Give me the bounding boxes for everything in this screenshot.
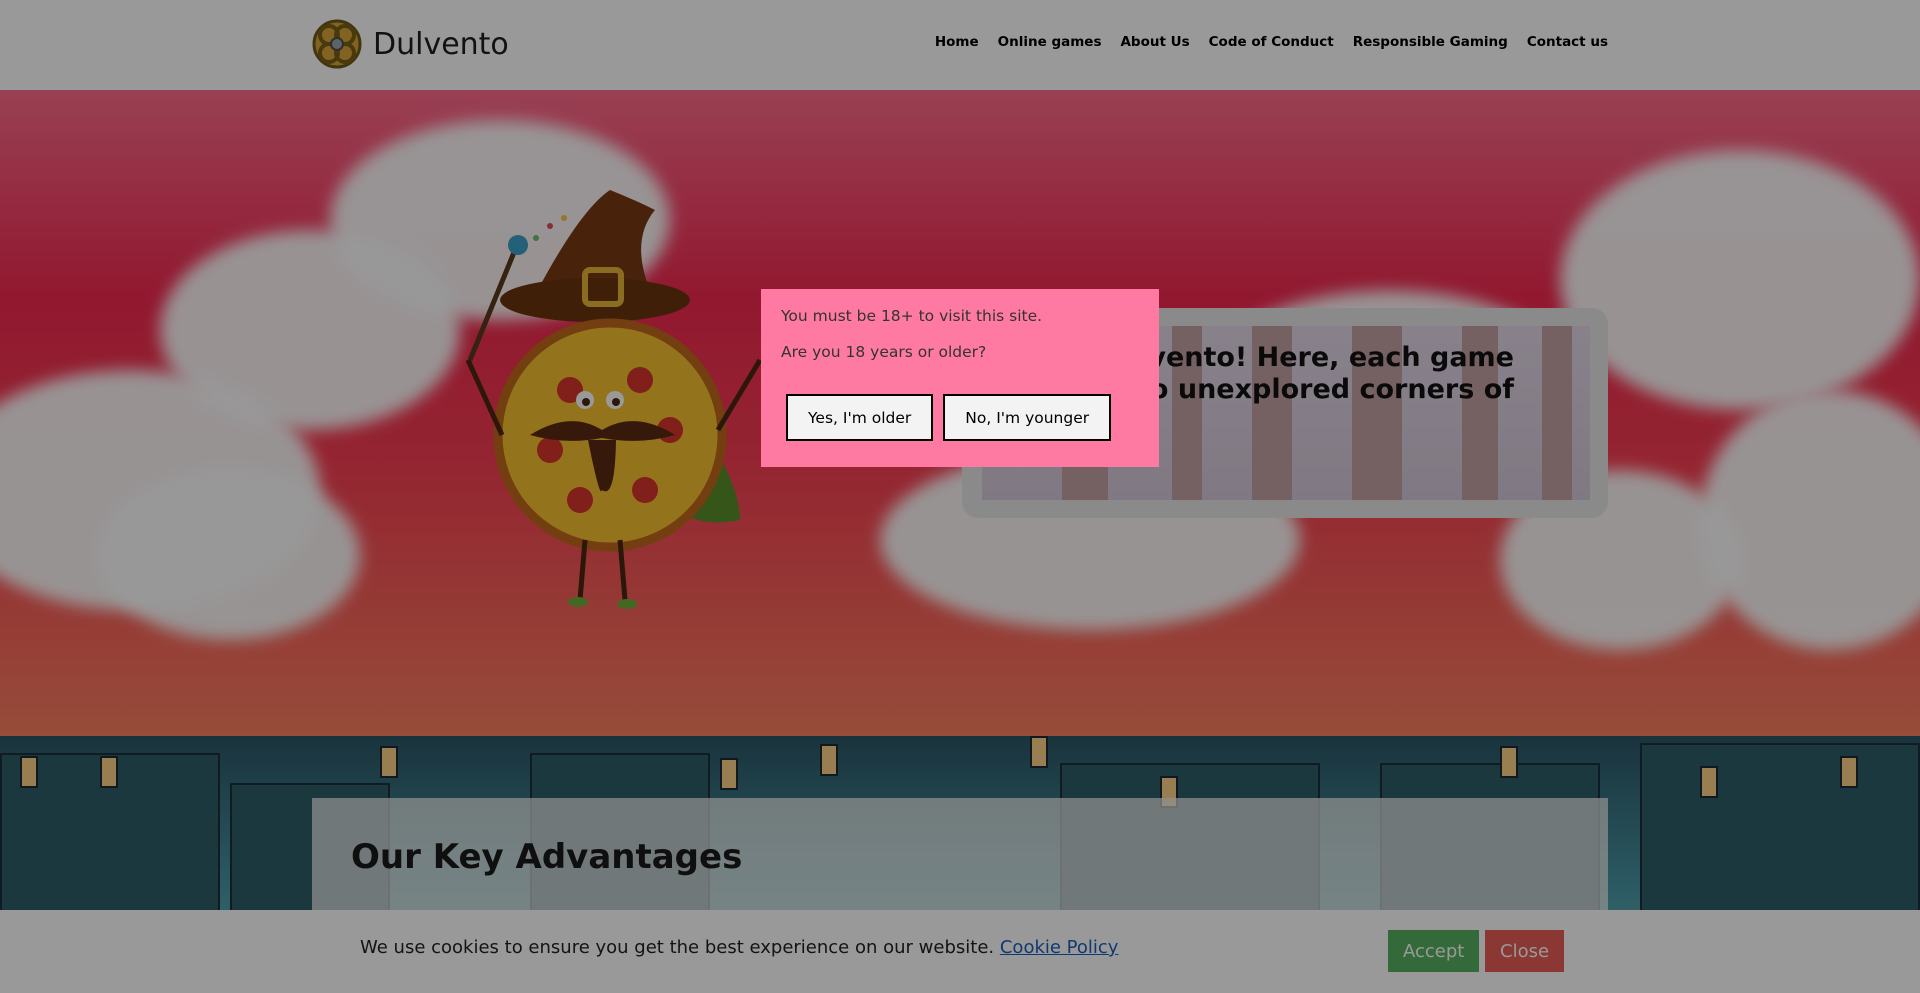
age-question-text: Are you 18 years or older? [781, 343, 987, 361]
age-warning-text: You must be 18+ to visit this site. [781, 307, 1043, 325]
age-buttons: Yes, I'm older No, I'm younger [786, 394, 1112, 441]
age-no-button[interactable]: No, I'm younger [943, 394, 1112, 441]
modal-overlay [0, 0, 1920, 993]
age-yes-button[interactable]: Yes, I'm older [786, 394, 934, 441]
age-verification-modal: You must be 18+ to visit this site. Are … [761, 289, 1159, 467]
